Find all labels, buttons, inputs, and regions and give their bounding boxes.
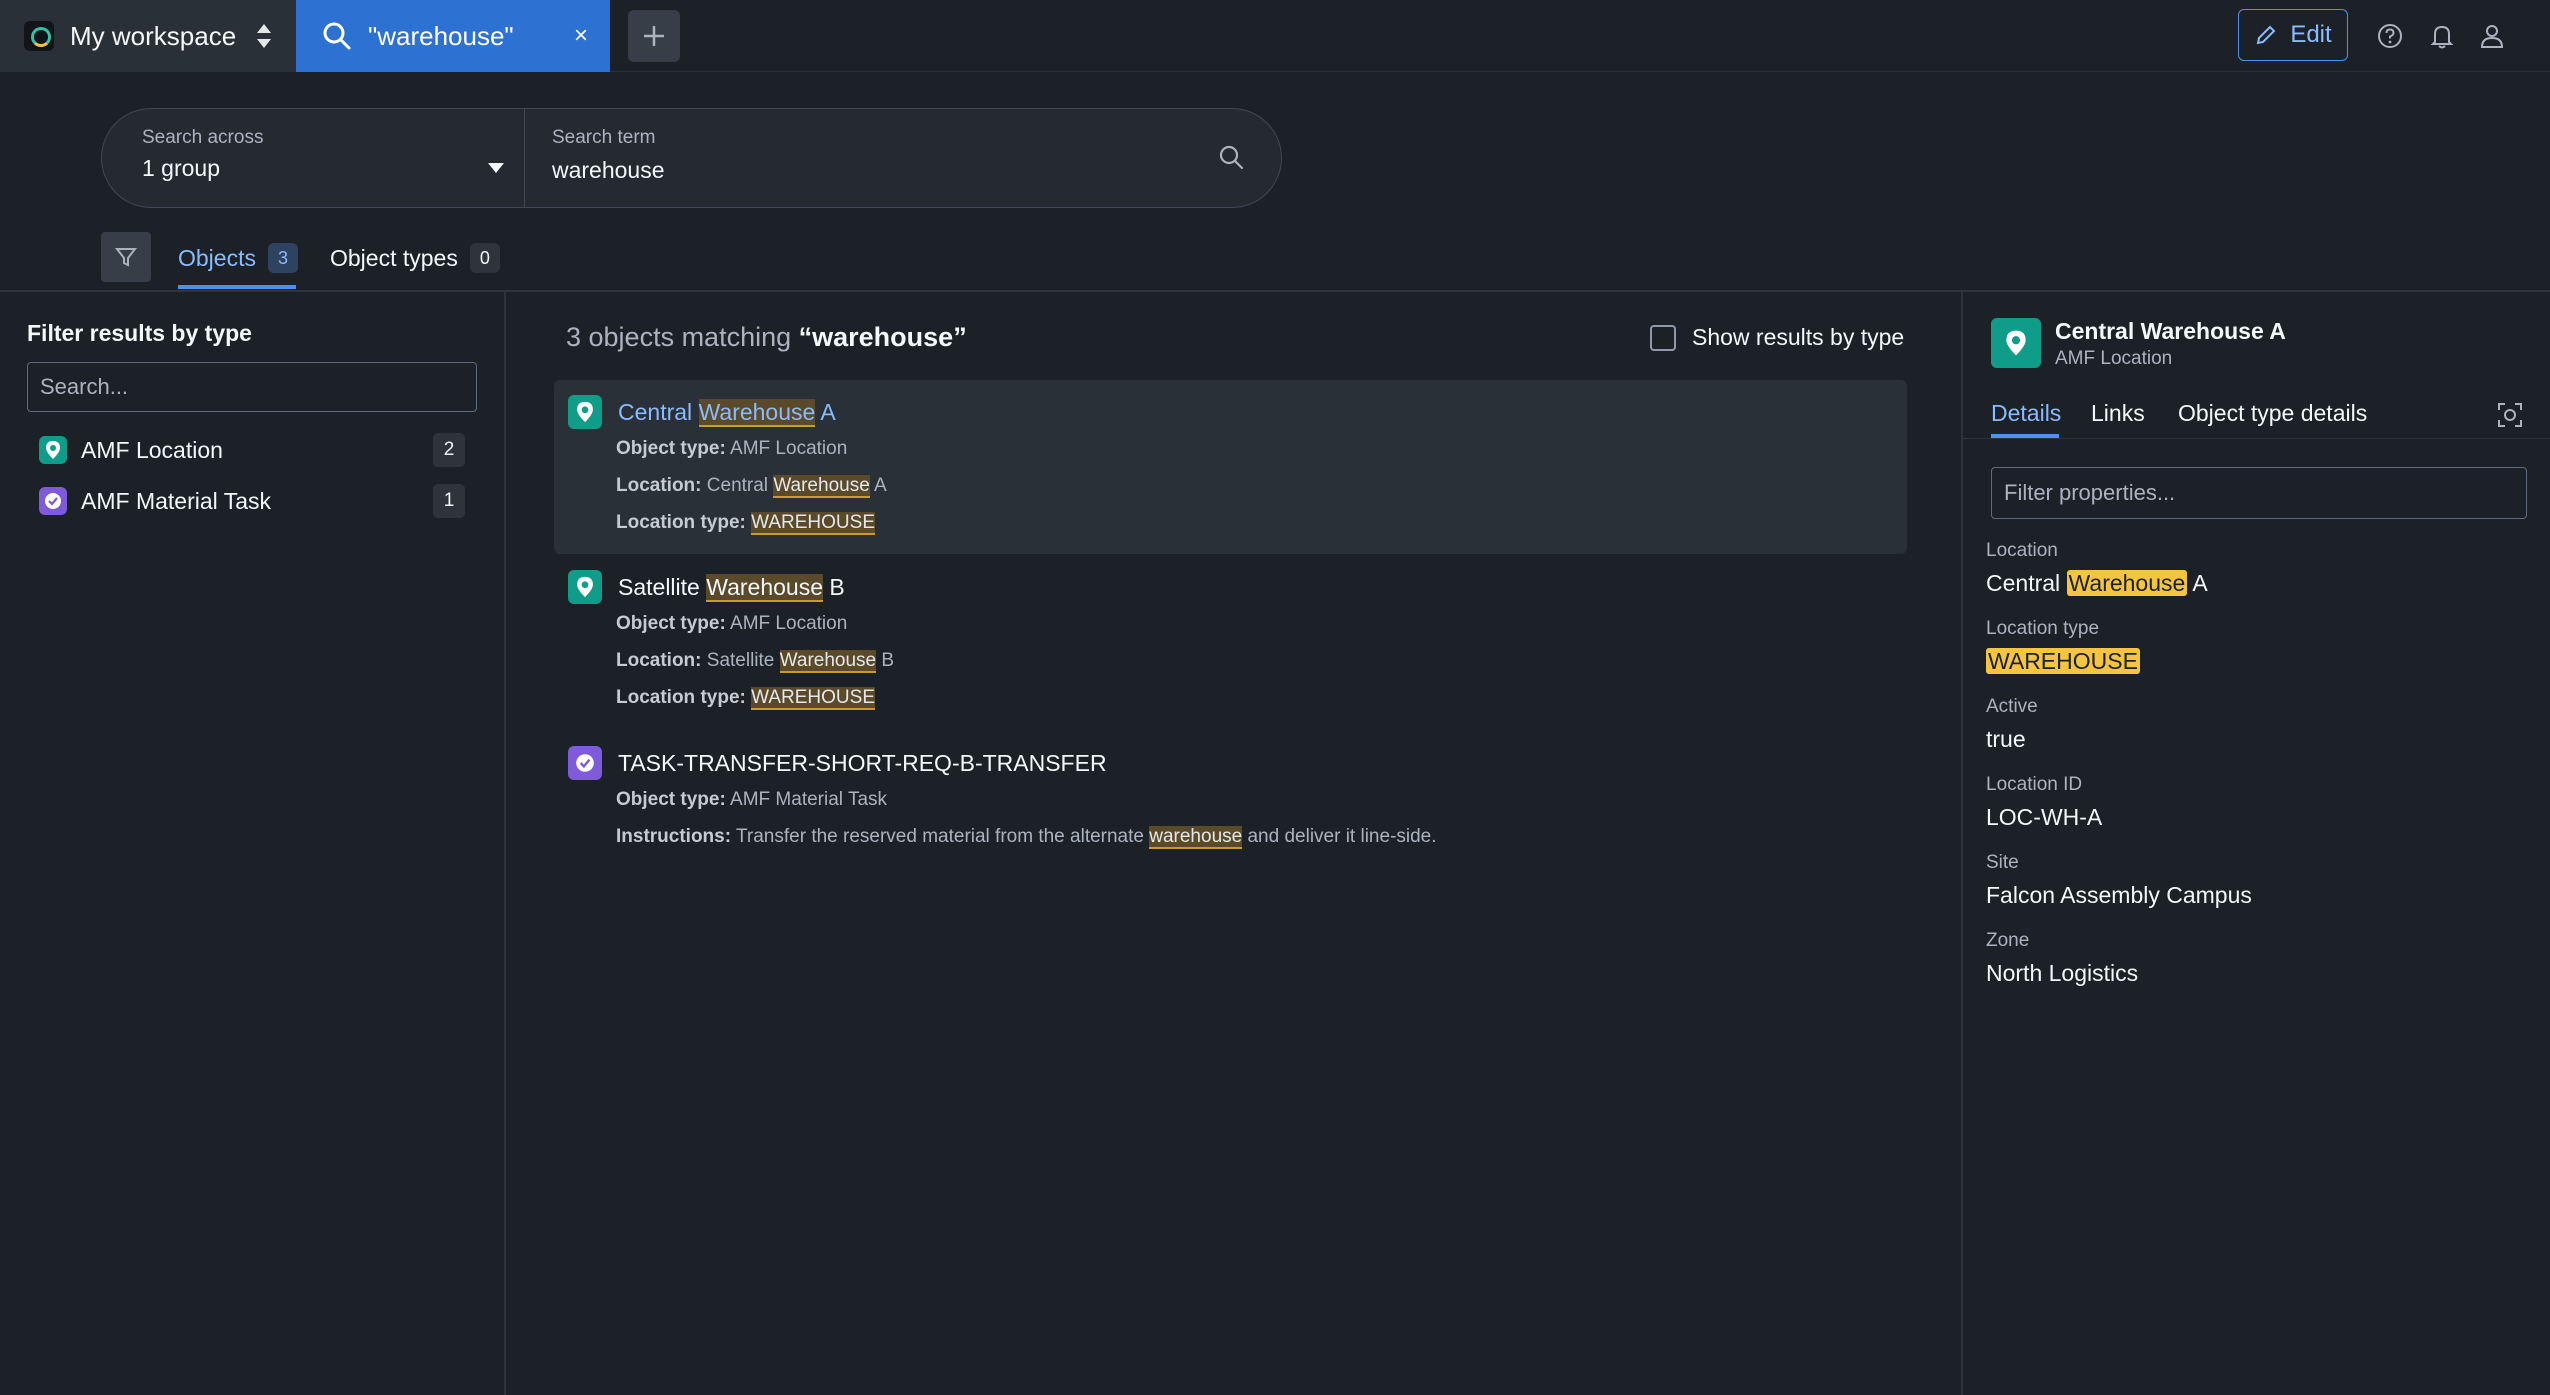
location-pin-icon <box>39 436 67 464</box>
result-location: Location: Satellite Warehouse B <box>616 650 895 673</box>
result-location: Location: Central Warehouse A <box>616 475 887 498</box>
results-panel: 3 objects matching “warehouse” Show resu… <box>508 292 1960 1395</box>
tab-details[interactable]: Details <box>1991 400 2061 427</box>
top-bar: My workspace "warehouse" × Edit <box>0 0 2550 72</box>
property-zone: Zone North Logistics <box>1986 930 2139 986</box>
object-detail-panel: Central Warehouse A AMF Location Details… <box>1961 292 2550 1395</box>
search-term-caption: Search term <box>552 127 656 148</box>
workspace-title: My workspace <box>70 20 237 51</box>
property-location-type: Location type WAREHOUSE <box>1986 618 2140 674</box>
result-location-type: Location type: WAREHOUSE <box>616 512 875 535</box>
result-item[interactable]: Satellite Warehouse B Object type: AMF L… <box>554 555 1907 716</box>
help-icon[interactable] <box>2376 22 2404 50</box>
property-site: Site Falcon Assembly Campus <box>1986 852 2252 908</box>
search-term-input[interactable]: warehouse <box>552 157 665 184</box>
task-check-icon <box>39 487 67 515</box>
result-title-link[interactable]: Central Warehouse A <box>618 398 836 427</box>
notifications-bell-icon[interactable] <box>2428 22 2456 50</box>
results-summary-term: “warehouse” <box>798 322 967 352</box>
result-item[interactable]: TASK-TRANSFER-SHORT-REQ-B-TRANSFER Objec… <box>554 731 1907 855</box>
edit-label: Edit <box>2290 21 2332 48</box>
workspace-logo-icon <box>24 21 54 51</box>
result-title-link[interactable]: Satellite Warehouse B <box>618 573 845 602</box>
location-pin-icon <box>568 570 602 604</box>
results-summary: 3 objects matching “warehouse” <box>566 322 967 353</box>
tab-objects-label: Objects <box>178 244 256 271</box>
filter-type-label: AMF Location <box>81 436 223 463</box>
search-icon <box>323 22 351 50</box>
filter-type-amf-location[interactable]: AMF Location 2 <box>39 432 465 468</box>
result-object-type: Object type: AMF Location <box>616 438 848 459</box>
detail-title: Central Warehouse A <box>2055 318 2286 344</box>
tab-label: "warehouse" <box>368 20 514 51</box>
show-by-type-checkbox[interactable] <box>1650 324 1676 351</box>
filter-type-count: 2 <box>433 433 465 467</box>
property-active: Active true <box>1986 696 2038 752</box>
user-account-icon[interactable] <box>2478 22 2506 50</box>
property-location-id: Location ID LOC-WH-A <box>1986 774 2103 830</box>
tab-object-type-details[interactable]: Object type details <box>2178 400 2367 427</box>
result-object-type: Object type: AMF Material Task <box>616 789 888 810</box>
task-check-icon <box>568 746 602 780</box>
show-by-type-label: Show results by type <box>1692 324 1905 350</box>
location-pin-icon <box>568 395 602 429</box>
edit-button[interactable]: Edit <box>2238 9 2348 61</box>
tab-object-types[interactable]: Object types 0 <box>330 243 500 273</box>
focus-expand-icon[interactable] <box>2497 402 2523 428</box>
tab-objects-count: 3 <box>267 243 298 273</box>
result-location-type: Location type: WAREHOUSE <box>616 687 875 710</box>
filter-funnel-icon <box>114 248 138 267</box>
filter-type-search-input[interactable]: Search... <box>27 362 477 412</box>
result-object-type: Object type: AMF Location <box>616 613 848 634</box>
search-scope-select[interactable]: Search across 1 group <box>102 109 525 207</box>
search-scope-caption: Search across <box>142 127 264 148</box>
active-tab-indicator <box>178 285 296 289</box>
add-tab-button[interactable] <box>628 10 680 62</box>
search-scope-value: 1 group <box>142 155 221 181</box>
filter-type-amf-material-task[interactable]: AMF Material Task 1 <box>39 483 465 519</box>
results-summary-prefix: 3 objects matching <box>566 322 792 352</box>
result-item[interactable]: Central Warehouse A Object type: AMF Loc… <box>554 380 1907 554</box>
filter-type-count: 1 <box>433 484 465 518</box>
sort-arrows-icon <box>257 24 271 48</box>
filter-toggle-button[interactable] <box>101 232 151 282</box>
close-tab-icon[interactable]: × <box>574 22 588 50</box>
result-instructions: Instructions: Transfer the reserved mate… <box>616 826 1437 849</box>
search-bar: Search across 1 group Search term wareho… <box>101 108 1282 208</box>
tab-object-types-count: 0 <box>469 243 500 273</box>
search-icon[interactable] <box>1217 143 1247 173</box>
filter-panel: Filter results by type Search... AMF Loc… <box>0 292 506 1395</box>
tab-search-warehouse[interactable]: "warehouse" × <box>296 0 610 72</box>
location-pin-icon <box>1991 318 2041 368</box>
pencil-icon <box>2257 25 2276 45</box>
tab-objects[interactable]: Objects 3 <box>178 243 298 273</box>
workspace-switcher[interactable]: My workspace <box>0 0 296 72</box>
filter-properties-input[interactable]: Filter properties... <box>1991 467 2527 519</box>
filter-panel-title: Filter results by type <box>27 320 252 346</box>
divider <box>1963 438 2550 439</box>
result-title-link[interactable]: TASK-TRANSFER-SHORT-REQ-B-TRANSFER <box>618 750 1107 777</box>
chevron-down-icon <box>488 163 504 173</box>
plus-icon <box>644 26 664 46</box>
tab-links[interactable]: Links <box>2091 400 2145 427</box>
tab-object-types-label: Object types <box>330 244 458 271</box>
show-results-by-type-toggle[interactable]: Show results by type <box>1650 324 1904 351</box>
detail-subtitle: AMF Location <box>2055 348 2173 369</box>
property-location: Location Central Warehouse A <box>1986 540 2208 596</box>
filter-type-label: AMF Material Task <box>81 487 272 514</box>
